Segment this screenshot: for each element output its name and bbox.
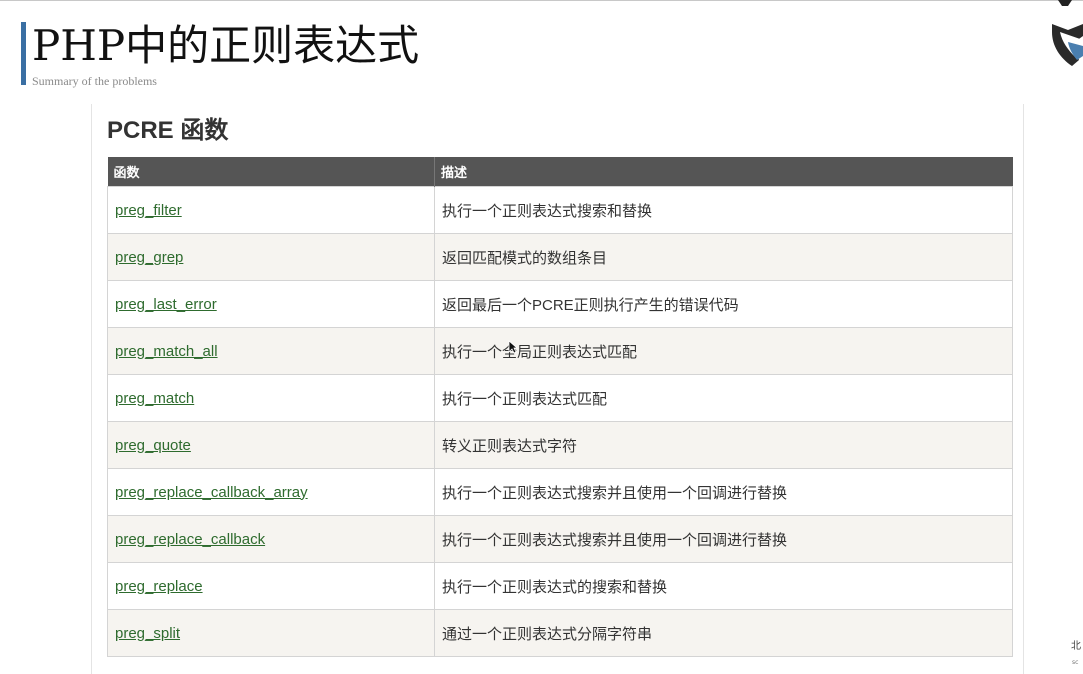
function-link[interactable]: preg_match [115, 390, 194, 407]
function-link[interactable]: preg_replace [115, 578, 203, 595]
description-cell: 执行一个正则表达式的搜索和替换 [434, 562, 1013, 610]
table-row: preg_last_error 返回最后一个PCRE正则执行产生的错误代码 [107, 280, 1013, 328]
shield-logo-icon [1052, 0, 1083, 66]
function-link[interactable]: preg_grep [115, 249, 183, 266]
function-link[interactable]: preg_replace_callback [115, 531, 265, 548]
description-cell: 转义正则表达式字符 [434, 421, 1013, 469]
title-accent-bar [21, 22, 26, 85]
function-cell: preg_last_error [107, 280, 435, 328]
description-cell: 执行一个正则表达式匹配 [434, 374, 1013, 422]
function-cell: preg_filter [107, 186, 435, 234]
description-cell: 执行一个正则表达式搜索并且使用一个回调进行替换 [434, 468, 1013, 516]
table-row: preg_replace_callback_array 执行一个正则表达式搜索并… [107, 468, 1013, 516]
table-row: preg_replace_callback 执行一个正则表达式搜索并且使用一个回… [107, 515, 1013, 563]
table-row: preg_split 通过一个正则表达式分隔字符串 [107, 609, 1013, 657]
pcre-functions-table: 函数 描述 preg_filter 执行一个正则表达式搜索和替换 preg_gr… [107, 157, 1013, 657]
function-link[interactable]: preg_filter [115, 202, 182, 219]
function-link[interactable]: preg_match_all [115, 343, 218, 360]
column-header-function: 函数 [107, 157, 435, 187]
slide-title: PHP中的正则表达式 [32, 21, 420, 70]
table-row: preg_quote 转义正则表达式字符 [107, 421, 1013, 469]
table-row: preg_grep 返回匹配模式的数组条目 [107, 233, 1013, 281]
top-rule [0, 0, 1083, 1]
slide-subtitle: Summary of the problems [32, 74, 157, 88]
function-cell: preg_quote [107, 421, 435, 469]
description-cell: 返回匹配模式的数组条目 [434, 233, 1013, 281]
description-cell: 执行一个正则表达式搜索和替换 [434, 186, 1013, 234]
side-label: 北 [1071, 641, 1081, 652]
side-label-small: sc [1072, 659, 1079, 666]
function-link[interactable]: preg_last_error [115, 296, 217, 313]
description-cell: 通过一个正则表达式分隔字符串 [434, 609, 1013, 657]
function-link[interactable]: preg_replace_callback_array [115, 484, 308, 501]
description-cell: 执行一个全局正则表达式匹配 [434, 327, 1013, 375]
section-heading: PCRE 函数 [107, 117, 229, 144]
function-link[interactable]: preg_quote [115, 437, 191, 454]
function-cell: preg_match [107, 374, 435, 422]
mouse-pointer-icon [508, 340, 518, 354]
function-cell: preg_replace_callback_array [107, 468, 435, 516]
function-cell: preg_match_all [107, 327, 435, 375]
function-cell: preg_replace_callback [107, 515, 435, 563]
table-header-row: 函数 描述 [107, 157, 1013, 187]
description-cell: 返回最后一个PCRE正则执行产生的错误代码 [434, 280, 1013, 328]
function-cell: preg_replace [107, 562, 435, 610]
table-row: preg_filter 执行一个正则表达式搜索和替换 [107, 186, 1013, 234]
table-row: preg_match_all 执行一个全局正则表达式匹配 [107, 327, 1013, 375]
description-cell: 执行一个正则表达式搜索并且使用一个回调进行替换 [434, 515, 1013, 563]
table-row: preg_match 执行一个正则表达式匹配 [107, 374, 1013, 422]
table-row: preg_replace 执行一个正则表达式的搜索和替换 [107, 562, 1013, 610]
function-link[interactable]: preg_split [115, 625, 180, 642]
function-cell: preg_grep [107, 233, 435, 281]
function-cell: preg_split [107, 609, 435, 657]
documentation-panel: PCRE 函数 函数 描述 preg_filter 执行一个正则表达式搜索和替换… [91, 104, 1024, 674]
column-header-description: 描述 [434, 157, 1013, 187]
